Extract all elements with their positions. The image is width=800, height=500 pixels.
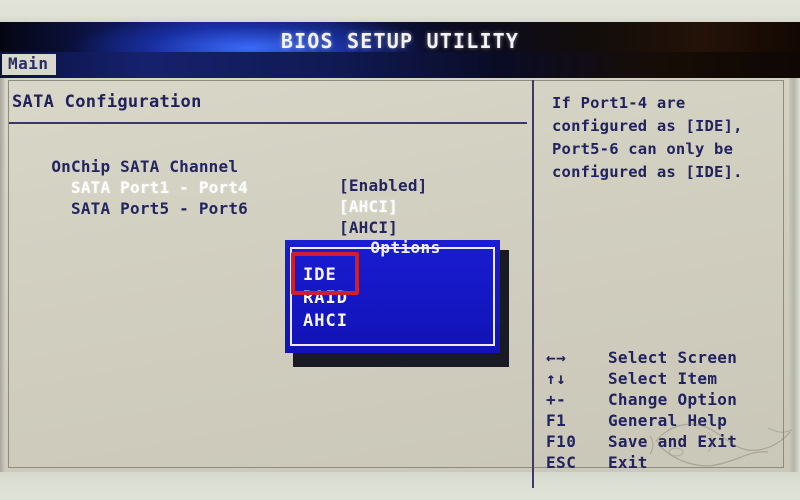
photo-border-top: [0, 0, 800, 22]
legend-row: +- Change Option: [546, 390, 786, 411]
setting-value[interactable]: [AHCI]: [339, 218, 398, 237]
menu-bar: [0, 52, 800, 78]
help-panel-text: If Port1-4 are configured as [IDE], Port…: [552, 94, 743, 181]
setting-label: SATA Port1 - Port4: [51, 178, 248, 197]
legend-desc: Exit: [608, 453, 648, 472]
setting-row-sata-port5-port6[interactable]: SATA Port5 - Port6 [AHCI]: [12, 180, 398, 237]
tab-main[interactable]: Main: [2, 54, 56, 75]
legend-desc: Save and Exit: [608, 432, 738, 451]
annotation-rectangle-ide: [291, 252, 359, 295]
setting-value[interactable]: [AHCI]: [339, 197, 398, 216]
legend-key-arrows-horizontal: ←→: [546, 348, 567, 367]
legend-row: ↑↓ Select Item: [546, 369, 786, 390]
legend-key-plus-minus: +-: [546, 390, 567, 409]
legend-key-esc: ESC: [546, 453, 577, 472]
panel-divider: [532, 80, 534, 488]
legend-desc: Change Option: [608, 390, 738, 409]
legend-key-f10: F10: [546, 432, 577, 451]
legend-row: ESC Exit: [546, 453, 786, 474]
navigation-legend: ←→ Select Screen ↑↓ Select Item +- Chang…: [546, 348, 786, 474]
photo-border-bottom: [0, 472, 800, 500]
legend-row: F1 General Help: [546, 411, 786, 432]
page-title: BIOS SETUP UTILITY: [280, 29, 520, 53]
legend-desc: Select Item: [608, 369, 718, 388]
legend-desc: General Help: [608, 411, 728, 430]
photo-border-right: [789, 22, 800, 472]
option-item-ahci[interactable]: AHCI: [303, 311, 348, 331]
section-title-sata-configuration: SATA Configuration: [12, 92, 202, 112]
legend-row: ←→ Select Screen: [546, 348, 786, 369]
bios-screen: BIOS SETUP UTILITY Main SATA Configurati…: [0, 0, 800, 500]
legend-desc: Select Screen: [608, 348, 738, 367]
setting-row-sata-port1-port4[interactable]: SATA Port1 - Port4 [AHCI]: [12, 159, 398, 216]
section-divider: [9, 122, 527, 124]
legend-key-f1: F1: [546, 411, 567, 430]
setting-value[interactable]: [Enabled]: [339, 176, 428, 195]
setting-label: SATA Port5 - Port6: [51, 199, 248, 218]
setting-row-onchip-sata-channel[interactable]: OnChip SATA Channel [Enabled]: [12, 138, 427, 195]
setting-label: OnChip SATA Channel: [51, 157, 239, 176]
legend-row: F10 Save and Exit: [546, 432, 786, 453]
legend-key-arrows-vertical: ↑↓: [546, 369, 567, 388]
